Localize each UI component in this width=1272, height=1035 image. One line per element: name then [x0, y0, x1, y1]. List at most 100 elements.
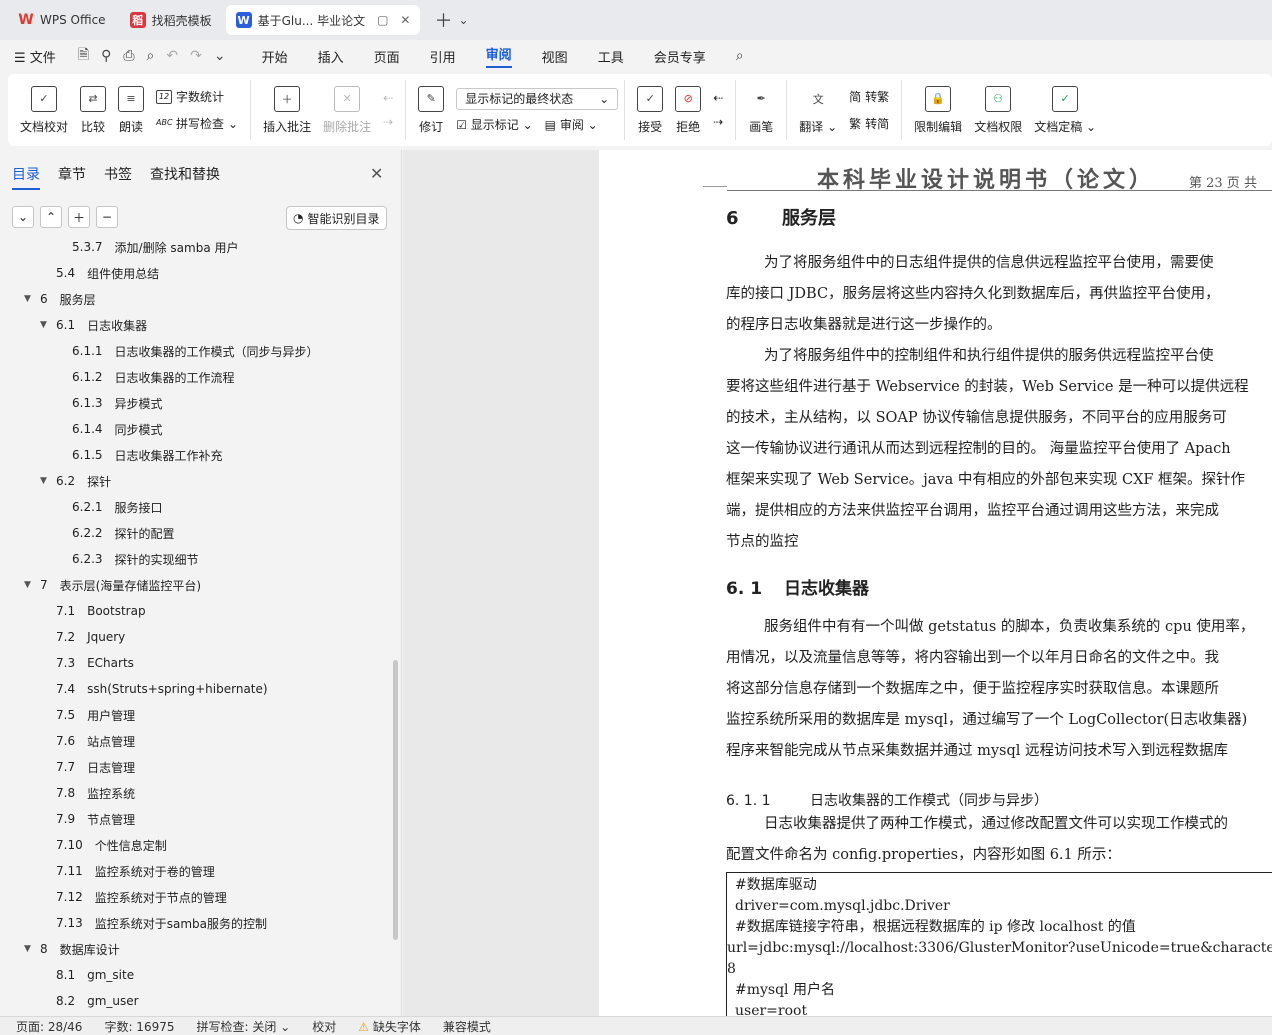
toc-item[interactable]: 7.12 监控系统对于节点的管理: [40, 884, 227, 910]
next-comment-icon[interactable]: ⇢: [383, 115, 393, 129]
menu-reference[interactable]: 引用: [430, 47, 456, 66]
to-simplified-button[interactable]: 繁转简: [849, 115, 889, 132]
menu-review[interactable]: 审阅: [485, 44, 512, 68]
toc-item[interactable]: ▼ 6 服务层: [24, 286, 96, 312]
toc-item[interactable]: 7.9 节点管理: [40, 806, 135, 832]
restrict-edit-button[interactable]: 🔒 限制编辑: [914, 85, 962, 135]
toc-item[interactable]: 6.1.1 日志收集器的工作模式（同步与异步）: [56, 338, 319, 364]
toc-item[interactable]: ▼ 6.2 探针: [40, 468, 111, 494]
toc-item[interactable]: 7.8 监控系统: [40, 780, 135, 806]
doc-finalize-button[interactable]: ✓ 文档定稿 ⌄: [1034, 85, 1096, 135]
toc-item[interactable]: 6.1.2 日志收集器的工作流程: [56, 364, 235, 390]
toc-item[interactable]: 6.1.5 日志收集器工作补充: [56, 442, 223, 468]
file-menu[interactable]: ☰ 文件: [14, 47, 56, 66]
insert-comment-button[interactable]: ＋ 插入批注: [263, 85, 311, 135]
toc-item[interactable]: 7.3 ECharts: [40, 650, 134, 676]
caret-down-icon[interactable]: ▼: [24, 580, 40, 590]
tab-document[interactable]: W 基于Glu... 毕业论文 ▢ ✕: [225, 5, 421, 35]
expand-down-icon[interactable]: ⌄: [12, 206, 34, 228]
print-preview-icon[interactable]: ⌕: [147, 48, 155, 64]
toc-scrollbar[interactable]: [393, 660, 398, 940]
missing-font-indicator[interactable]: ⚠ 缺失字体: [358, 1018, 421, 1035]
toc-item[interactable]: ▼ 8 数据库设计: [24, 936, 120, 962]
save-icon[interactable]: 🗎: [78, 44, 89, 68]
link-icon[interactable]: ⚲: [101, 48, 111, 64]
caret-down-icon[interactable]: ▼: [40, 320, 56, 330]
toc-item[interactable]: 7.10 个性信息定制: [40, 832, 167, 858]
document-page[interactable]: 本科毕业设计说明书（论文） 第 23 页 共 6 服务层 为了将服务组件中的日志组…: [599, 150, 1272, 1016]
toc-item[interactable]: 5.4 组件使用总结: [40, 260, 159, 286]
spell-check-button[interactable]: ABC 拼写检查 ⌄: [156, 115, 238, 132]
previous-comment-icon[interactable]: ⇠: [383, 91, 393, 105]
tab-bookmarks[interactable]: 书签: [104, 164, 132, 190]
add-heading-icon[interactable]: ＋: [68, 206, 90, 228]
caret-down-icon[interactable]: ▼: [24, 944, 40, 954]
word-count-indicator[interactable]: 字数: 16975: [104, 1018, 174, 1035]
toc-item[interactable]: ▼ 7 表示层(海量存储监控平台): [24, 572, 201, 598]
toc-item[interactable]: 7.6 站点管理: [40, 728, 135, 754]
toc-item[interactable]: 7.5 用户管理: [40, 702, 135, 728]
tab-restore-icon[interactable]: ▢: [377, 13, 388, 27]
tab-wps-office[interactable]: W WPS Office: [8, 5, 116, 35]
toc-item[interactable]: 7.4 ssh(Struts+spring+hibernate): [40, 676, 268, 702]
undo-icon[interactable]: ↶: [166, 48, 178, 64]
reject-button[interactable]: ⊘ 拒绝: [675, 85, 702, 135]
word-count-button[interactable]: 12 字数统计: [156, 88, 238, 105]
toc-item[interactable]: 8.1 gm_site: [40, 962, 134, 988]
markup-state-select[interactable]: 显示标记的最终状态 ⌄: [456, 87, 619, 110]
toc-item[interactable]: 7.2 Jquery: [40, 624, 125, 650]
read-aloud-button[interactable]: ≡ 朗读: [118, 85, 145, 135]
menu-page[interactable]: 页面: [374, 47, 400, 66]
search-icon[interactable]: ⌕: [736, 48, 744, 64]
toc-item[interactable]: ▼ 6.1 日志收集器: [40, 312, 147, 338]
toc-item[interactable]: 5.3.7 添加/删除 samba 用户: [56, 238, 239, 260]
toc-item[interactable]: 6.1.3 异步模式: [56, 390, 163, 416]
smart-toc-button[interactable]: ◔ 智能识别目录: [286, 206, 387, 230]
toc-item[interactable]: 7.11 监控系统对于卷的管理: [40, 858, 215, 884]
compare-button[interactable]: ⇄ 比较: [80, 85, 107, 135]
to-traditional-button[interactable]: 简转繁: [849, 88, 889, 105]
toc-item[interactable]: 8.2 gm_user: [40, 988, 139, 1014]
tab-close-icon[interactable]: ✕: [400, 13, 410, 27]
redo-icon[interactable]: ↷: [190, 48, 202, 64]
tab-daoke-template[interactable]: 稻 找稻壳模板: [120, 5, 222, 35]
show-markup-button[interactable]: ☑ 显示标记 ⌄: [456, 116, 532, 133]
tab-sections[interactable]: 章节: [58, 164, 86, 190]
previous-change-icon[interactable]: ⇠: [713, 91, 723, 105]
tab-toc[interactable]: 目录: [12, 164, 40, 190]
spell-check-indicator[interactable]: 拼写检查: 关闭 ⌄: [197, 1018, 291, 1035]
doc-check-button[interactable]: ✓ 文档校对: [20, 85, 68, 135]
menu-tools[interactable]: 工具: [598, 47, 624, 66]
menu-start[interactable]: 开始: [262, 47, 288, 66]
toc-item[interactable]: 7.7 日志管理: [40, 754, 135, 780]
pen-button[interactable]: ✒ 画笔: [748, 86, 774, 135]
toc-item[interactable]: 7.1 Bootstrap: [40, 598, 146, 624]
accept-button[interactable]: ✓ 接受: [637, 85, 664, 135]
toc-item[interactable]: 6.1.4 同步模式: [56, 416, 163, 442]
menu-insert[interactable]: 插入: [318, 47, 344, 66]
tab-find-replace[interactable]: 查找和替换: [150, 164, 220, 190]
more-chevron-icon[interactable]: ⌄: [214, 48, 226, 64]
close-icon[interactable]: ✕: [370, 164, 383, 183]
menu-view[interactable]: 视图: [542, 47, 568, 66]
next-change-icon[interactable]: ⇢: [713, 115, 723, 129]
doc-permission-button[interactable]: ⚇ 文档权限: [974, 85, 1022, 135]
toc-item[interactable]: 6.2.1 服务接口: [56, 494, 163, 520]
translate-button[interactable]: 文 翻译 ⌄: [799, 86, 837, 135]
toc-item[interactable]: 6.2.2 探针的配置: [56, 520, 175, 546]
page-indicator[interactable]: 页面: 28/46: [16, 1018, 82, 1035]
menu-vip[interactable]: 会员专享: [654, 47, 706, 66]
caret-down-icon[interactable]: ▼: [40, 476, 56, 486]
proof-indicator[interactable]: 校对: [312, 1018, 336, 1035]
new-tab-plus-icon[interactable]: ＋: [434, 7, 452, 33]
delete-comment-button[interactable]: ✕ 删除批注: [323, 85, 371, 135]
caret-down-icon[interactable]: ▼: [24, 294, 40, 304]
tab-list-chevron-icon[interactable]: ⌄: [458, 13, 468, 27]
revise-button[interactable]: ✎ 修订: [418, 85, 445, 135]
print-icon[interactable]: ⎙: [123, 48, 134, 64]
collapse-up-icon[interactable]: ⌃: [40, 206, 62, 228]
review-pane-button[interactable]: ▤ 审阅 ⌄: [545, 116, 598, 133]
remove-heading-icon[interactable]: −: [96, 206, 118, 228]
toc-item[interactable]: 6.2.3 探针的实现细节: [56, 546, 199, 572]
toc-item[interactable]: 7.13 监控系统对于samba服务的控制: [40, 910, 267, 936]
